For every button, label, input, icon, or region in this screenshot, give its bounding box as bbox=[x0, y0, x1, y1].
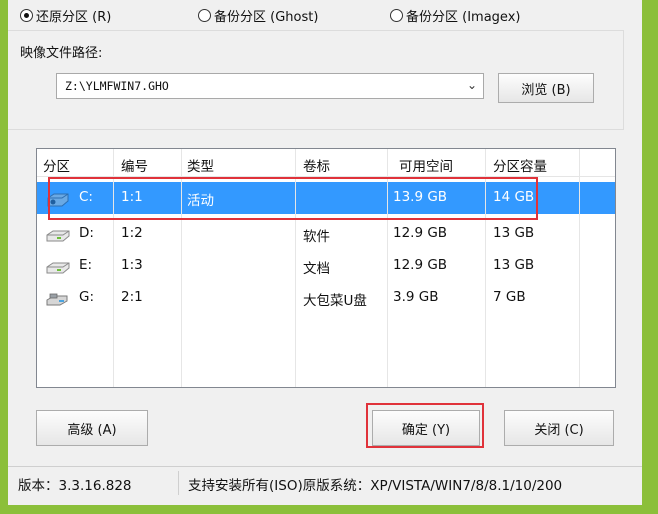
cell-drive: E: bbox=[79, 257, 93, 273]
status-bar: 版本：3.3.16.828 支持安装所有(ISO)原版系统：XP/VISTA/W… bbox=[8, 466, 642, 498]
cell-size: 7 GB bbox=[493, 289, 526, 305]
table-row[interactable]: D: 1:2 软件 12.9 GB 13 GB bbox=[37, 218, 615, 250]
ok-button[interactable]: 确定 (Y) bbox=[372, 410, 480, 446]
partition-list[interactable]: 分区 编号 类型 卷标 可用空间 分区容量 C: 1:1 活动 13.9 GB … bbox=[36, 148, 616, 388]
col-header-size[interactable]: 分区容量 bbox=[493, 155, 547, 175]
system-drive-icon bbox=[47, 193, 69, 207]
table-row[interactable]: C: 1:1 活动 13.9 GB 14 GB bbox=[37, 182, 615, 214]
mode-radio-group: 还原分区 (R) 备份分区 (Ghost) 备份分区 (Imagex) bbox=[8, 6, 642, 28]
list-header: 分区 编号 类型 卷标 可用空间 分区容量 bbox=[37, 149, 615, 177]
col-header-number[interactable]: 编号 bbox=[121, 155, 148, 175]
image-path-value: Z:\YLMFWIN7.GHO bbox=[65, 79, 169, 93]
column-divider bbox=[113, 149, 114, 387]
hard-drive-icon bbox=[46, 230, 70, 242]
cell-size: 14 GB bbox=[493, 189, 535, 205]
col-header-label[interactable]: 卷标 bbox=[303, 155, 330, 175]
radio-restore-label: 还原分区 (R) bbox=[36, 10, 112, 25]
column-divider bbox=[295, 149, 296, 387]
cell-size: 13 GB bbox=[493, 257, 535, 273]
installer-window: 还原分区 (R) 备份分区 (Ghost) 备份分区 (Imagex) 映像文件… bbox=[8, 0, 642, 505]
cell-number: 1:3 bbox=[121, 257, 143, 273]
advanced-button[interactable]: 高级 (A) bbox=[36, 410, 148, 446]
version-text: 版本：3.3.16.828 bbox=[18, 478, 132, 494]
close-button[interactable]: 关闭 (C) bbox=[504, 410, 614, 446]
cell-label: 软件 bbox=[303, 229, 330, 245]
cell-drive: G: bbox=[79, 289, 95, 305]
cell-drive: C: bbox=[79, 189, 93, 205]
path-label: 映像文件路径: bbox=[20, 46, 103, 61]
radio-backup-imagex[interactable]: 备份分区 (Imagex) bbox=[390, 6, 520, 25]
radio-backup-ghost-label: 备份分区 (Ghost) bbox=[214, 10, 319, 25]
cell-label: 文档 bbox=[303, 261, 330, 277]
cell-type: 活动 bbox=[187, 193, 214, 209]
col-header-free[interactable]: 可用空间 bbox=[399, 155, 453, 175]
cell-label: 大包菜U盘 bbox=[303, 293, 367, 309]
cell-free: 12.9 GB bbox=[393, 257, 448, 273]
status-separator bbox=[178, 471, 179, 495]
support-text: 支持安装所有(ISO)原版系统：XP/VISTA/WIN7/8/8.1/10/2… bbox=[188, 478, 563, 494]
radio-restore[interactable]: 还原分区 (R) bbox=[20, 6, 111, 25]
cell-free: 12.9 GB bbox=[393, 225, 448, 241]
image-path-combobox[interactable]: Z:\YLMFWIN7.GHO ⌄ bbox=[56, 73, 484, 99]
col-header-type[interactable]: 类型 bbox=[187, 155, 214, 175]
cell-free: 3.9 GB bbox=[393, 289, 439, 305]
cell-number: 1:2 bbox=[121, 225, 143, 241]
radio-dot-icon bbox=[198, 9, 211, 22]
column-divider bbox=[579, 149, 580, 387]
radio-dot-icon bbox=[390, 9, 403, 22]
chevron-down-icon[interactable]: ⌄ bbox=[467, 78, 477, 92]
usb-drive-icon bbox=[46, 293, 68, 306]
table-row[interactable]: G: 2:1 大包菜U盘 3.9 GB 7 GB bbox=[37, 282, 615, 314]
cell-number: 2:1 bbox=[121, 289, 143, 305]
table-row[interactable]: E: 1:3 文档 12.9 GB 13 GB bbox=[37, 250, 615, 282]
cell-size: 13 GB bbox=[493, 225, 535, 241]
column-divider bbox=[387, 149, 388, 387]
radio-backup-ghost[interactable]: 备份分区 (Ghost) bbox=[198, 6, 318, 25]
column-divider bbox=[485, 149, 486, 387]
column-divider bbox=[181, 149, 182, 387]
hard-drive-icon bbox=[46, 262, 70, 274]
radio-backup-imagex-label: 备份分区 (Imagex) bbox=[406, 10, 521, 25]
cell-drive: D: bbox=[79, 225, 94, 241]
browse-button[interactable]: 浏览 (B) bbox=[498, 73, 594, 103]
radio-dot-icon bbox=[20, 9, 33, 22]
cell-free: 13.9 GB bbox=[393, 189, 448, 205]
cell-number: 1:1 bbox=[121, 189, 143, 205]
col-header-partition[interactable]: 分区 bbox=[43, 155, 70, 175]
